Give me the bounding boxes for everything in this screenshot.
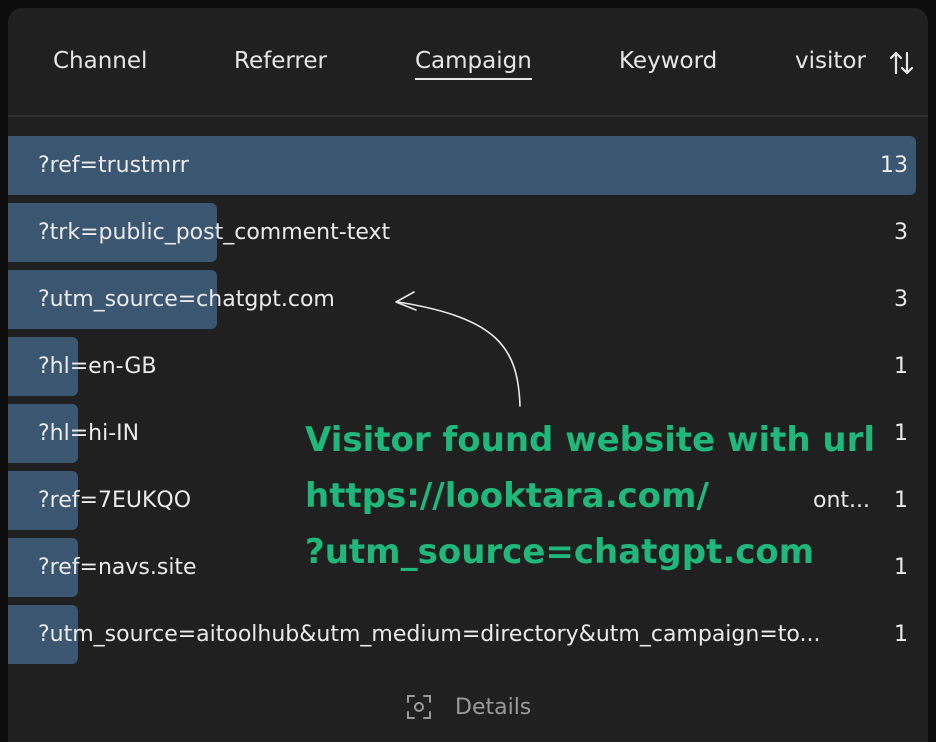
table-row[interactable]: ?ref=trustmrr 13 [8, 136, 928, 195]
row-count: 13 [880, 153, 908, 178]
row-label: ?ref=7EUKQO [38, 488, 192, 513]
row-label: ?hl=en-GB [38, 354, 157, 379]
annotation-arrow-icon [395, 291, 521, 407]
campaign-panel: Channel Referrer Campaign Keyword visito… [8, 8, 928, 742]
row-label: ?utm_source=chatgpt.com [38, 287, 335, 312]
row-label: ?trk=public_post_comment-text [38, 220, 391, 245]
details-label: Details [455, 694, 532, 720]
row-count: 3 [894, 287, 908, 312]
table-row[interactable]: ?utm_source=aitoolhub&utm_medium=directo… [8, 605, 928, 664]
row-count: 1 [894, 354, 908, 379]
tab-campaign[interactable]: Campaign [415, 46, 532, 80]
row-count: 1 [894, 421, 908, 446]
row-label: ?ref=navs.site [38, 555, 197, 580]
annotation-text: Visitor found website with url https://l… [305, 412, 875, 580]
annotation-line: ?utm_source=chatgpt.com [305, 532, 815, 572]
row-label: ?hl=hi-IN [38, 421, 140, 446]
annotation-line: https://looktara.com/ [305, 476, 709, 516]
tab-keyword[interactable]: Keyword [619, 46, 717, 76]
annotation-line: Visitor found website with url [305, 420, 876, 460]
header-divider [8, 115, 928, 117]
row-label: ?utm_source=aitoolhub&utm_medium=directo… [38, 622, 821, 647]
row-label: ?ref=trustmrr [38, 153, 189, 178]
row-count: 1 [894, 555, 908, 580]
row-count: 3 [894, 220, 908, 245]
column-visitor[interactable]: visitor [795, 46, 866, 76]
row-count: 1 [894, 488, 908, 513]
sort-arrows-icon[interactable] [887, 48, 917, 78]
details-button[interactable]: Details [405, 691, 531, 723]
table-row[interactable]: ?trk=public_post_comment-text 3 [8, 203, 928, 262]
row-count: 1 [894, 622, 908, 647]
tab-bar: Channel Referrer Campaign Keyword visito… [8, 8, 928, 116]
focus-scan-icon [407, 695, 431, 719]
tab-referrer[interactable]: Referrer [234, 46, 327, 76]
tab-channel[interactable]: Channel [53, 46, 147, 76]
